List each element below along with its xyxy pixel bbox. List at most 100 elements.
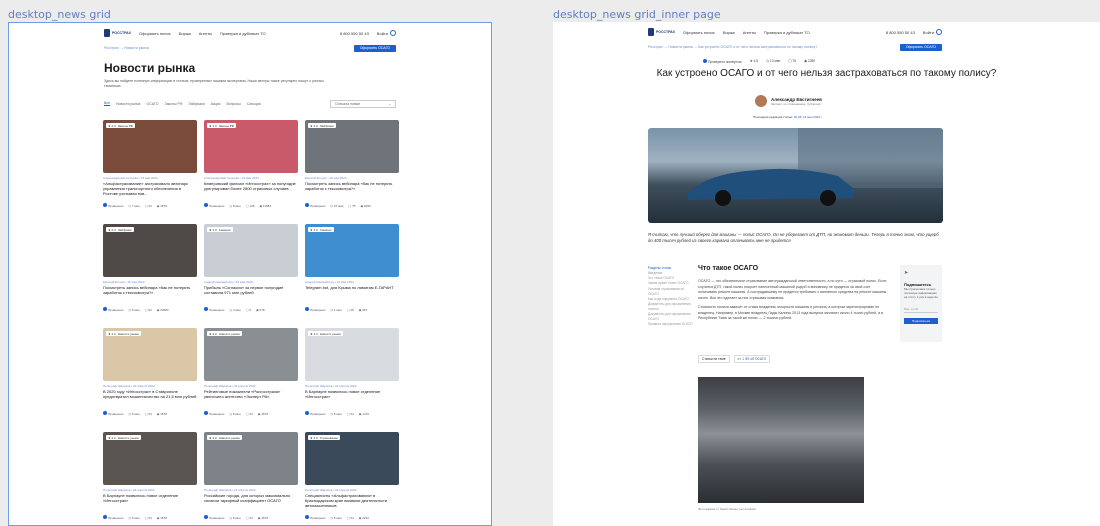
phone[interactable]: 8 800 550 50 43 [886, 30, 915, 35]
news-card[interactable]: ★ 4.3 Новости рынка Полиграф Шариков • 22 … [305, 328, 399, 423]
toc-item[interactable]: Правила оформления ОСАГО [648, 322, 693, 327]
rating: ★ 4.3 [108, 123, 116, 128]
osago-button[interactable]: Оформить ОСАГО [353, 44, 396, 52]
nav-item[interactable]: Биржа [179, 31, 191, 36]
check-icon [103, 411, 107, 415]
views-count: ◉ 1578 [156, 411, 167, 416]
toc-item[interactable]: Зачем нужен полис ОСАГО [648, 281, 693, 286]
card-title[interactable]: Российские города, для которых максималь… [204, 493, 298, 509]
news-card[interactable]: ★ 4.2 Новости рынка Полиграф Шариков • 22 … [204, 432, 298, 525]
category-label: Страхование [319, 435, 338, 440]
tab-laws[interactable]: Законы РФ [164, 102, 182, 106]
card-meta: Полиграф Шариков • 22 апреля 2022 [204, 384, 256, 388]
tab-questions[interactable]: Вопросы [226, 102, 240, 106]
card-title[interactable]: Прибыль «Согласия» за первое полугодие с… [204, 285, 298, 301]
phone[interactable]: 8 800 550 50 43 [340, 31, 369, 36]
news-grid: ★ 4.3 Законы РФ Александра Евстигнеева • 1… [103, 120, 400, 525]
email-field[interactable]: Ваш email [904, 307, 938, 313]
tab-promo[interactable]: Акции [211, 102, 221, 106]
author-name: Александр Евстигнеев [771, 96, 822, 102]
news-card[interactable]: ★ 4.3 Страхование Полиграф Шариков • 22 ап… [305, 432, 399, 525]
rating: ★ 4.3 [310, 331, 318, 336]
news-card[interactable]: ★ 4.3 Санкции Андрей Киревейтеру • 15 мая … [204, 224, 298, 319]
toc-item[interactable]: Документы для оформления ОСАГО [648, 312, 693, 322]
breadcrumb[interactable]: Росстрах → Новости рынка → Как устроено … [648, 45, 817, 49]
login-link[interactable]: Войти [377, 30, 396, 36]
logo[interactable]: РОССТРАХ [648, 28, 675, 36]
osago-button[interactable]: Оформить ОСАГО [899, 43, 942, 51]
card-image: ★ 4.2 Новости рынка [204, 328, 298, 381]
card-title[interactable]: Кемеровский филиал «Ингосстрах» за полуг… [204, 181, 298, 197]
card-title[interactable]: Telegram bot, для Крыма по лимитам Е-ГАР… [305, 285, 399, 301]
nav-item[interactable]: Агенты [743, 30, 756, 35]
card-title[interactable]: В 2020 году «Ингосстрах» в Ставрополе пр… [103, 389, 197, 405]
nav-item[interactable]: Проверка и дубликат ТО [220, 31, 266, 36]
tab-sanctions[interactable]: Санкции [247, 102, 261, 106]
verified-badge: Проверено [305, 411, 325, 416]
rating: ★ 4.2 [108, 331, 116, 336]
card-stats: Проверено ◷ 5 мин ▢ 54 ◉ 1578 [204, 411, 298, 416]
rating: ★ 4.3 [209, 227, 217, 232]
nav-item[interactable]: Биржа [723, 30, 735, 35]
verified-badge: Проверено [103, 307, 123, 312]
avatar [755, 95, 767, 107]
nav-item[interactable]: Агенты [199, 31, 212, 36]
page-title: Новости рынка [104, 61, 196, 75]
login-link[interactable]: Войти [923, 29, 942, 35]
toc-item[interactable]: Условия страхования по ОСАГО [648, 287, 693, 297]
tag-related[interactable]: Статьи по теме [698, 355, 730, 363]
card-stats: Проверено ◷ 1 мин ▢ 28 ◉ 467 [305, 307, 399, 312]
card-title[interactable]: Посмотреть запись вебинара «Как не потер… [305, 181, 399, 197]
card-meta: Андрей Киревейтеру • 15 мая 2023 [305, 280, 354, 284]
author[interactable]: Александр Евстигнеев Эксперт по страхован… [755, 95, 822, 107]
card-meta: Евгений Егоров • 15 мая 2023 [103, 280, 145, 284]
logo[interactable]: РОССТРАХ [104, 29, 131, 37]
card-title[interactable]: В Барнауле появилось новое отделение «Ин… [103, 493, 197, 509]
nav-item[interactable]: Оформить полис [139, 31, 171, 36]
comments-count: ▢ 54 [346, 411, 354, 416]
card-title[interactable]: Рейтинговые показатели «Росгосстраха» ув… [204, 389, 298, 405]
tab-osago[interactable]: ОСАГО [147, 102, 159, 106]
comments-count: ▢ 22 [144, 203, 152, 208]
subscribe-button[interactable]: Подписаться [904, 318, 938, 324]
card-badge: ★ 4.3 Законы РФ [106, 123, 136, 128]
tag-law[interactable]: ст. 1 ФЗ об ОСАГО [733, 355, 771, 363]
rating: ★ 4.2 [108, 435, 116, 440]
card-title[interactable]: Специалисты «Альфастрахования» в Краснод… [305, 493, 399, 509]
news-card[interactable]: ★ 4.2 Новости рынка Полиграф Шариков • 22 … [103, 432, 197, 525]
card-image: ★ 4.3 Санкции [204, 224, 298, 277]
views-count: ◉ 1578 [257, 515, 268, 520]
read-time: ◷ 15 мин [330, 203, 344, 208]
card-badge: ★ 4.3 Лайфхаки [106, 227, 134, 232]
card-title[interactable]: Посмотреть запись вебинара «Как не потер… [103, 285, 197, 301]
news-card[interactable]: ★ 4.3 Законы РФ Александра Евстигнеева • 1… [103, 120, 197, 215]
news-card[interactable]: ★ 4.3 Законы РФ Александра Евстигнеева • 1… [204, 120, 298, 215]
news-card[interactable]: ★ 4.2 Новости рынка Полиграф Шариков • 22 … [103, 328, 197, 423]
card-title[interactable]: «Альфастрахование» застраховало автопарк… [103, 181, 197, 197]
news-card[interactable]: ★ 4.3 Лайфхаки Евгений Егоров • 15 мая 202… [103, 224, 197, 319]
nav-item[interactable]: Оформить полис [683, 30, 715, 35]
car-image [688, 128, 943, 206]
breadcrumb[interactable]: Росстрах → Новости рынка [104, 46, 149, 50]
tab-market[interactable]: Новости рынка [116, 102, 140, 106]
news-card[interactable]: ★ 4.3 Лайфхаки Евгений Егоров • 15 мая 202… [305, 120, 399, 215]
views-count: ◉ 2232 [358, 515, 369, 520]
toc-item[interactable]: Документы для оформления полиса [648, 302, 693, 312]
tab-lifehacks[interactable]: Лайфхаки [188, 102, 204, 106]
news-card[interactable]: ★ 4.2 Новости рынка Полиграф Шариков • 22 … [204, 328, 298, 423]
verified-badge: Проверено [204, 203, 224, 208]
category-label: Новости рынка [218, 331, 240, 336]
verified-badge: Проверено [204, 307, 224, 312]
verified-badge: Проверено [103, 203, 123, 208]
news-card[interactable]: ★ 4.3 Санкции Андрей Киревейтеру • 15 мая … [305, 224, 399, 319]
tab-all[interactable]: Все [104, 101, 111, 106]
verified-badge: Проверено [204, 411, 224, 416]
photo-caption: Фотография от Sarah Navsky на Unsplash [698, 507, 756, 511]
verified-badge: Проверено [305, 307, 325, 312]
nav-item[interactable]: Проверка и дубликат ТО [764, 30, 810, 35]
comments-count: ▢ 54 [245, 411, 253, 416]
comments-count: ▢ 54 [346, 515, 354, 520]
sort-select[interactable]: Сначала новые ⌄ [330, 99, 396, 108]
check-icon [305, 411, 309, 415]
card-title[interactable]: В Барнауле появилось новое отделение «Ин… [305, 389, 399, 405]
